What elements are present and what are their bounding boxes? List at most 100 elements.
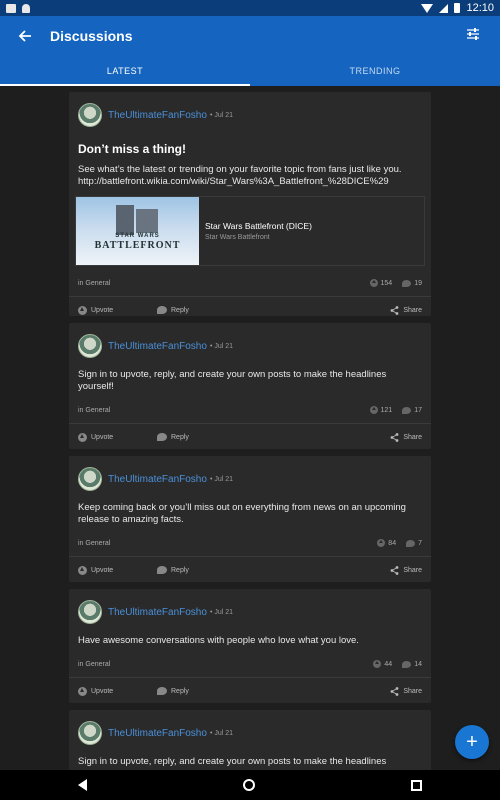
nav-back-icon[interactable] xyxy=(78,779,87,791)
share-button[interactable]: Share xyxy=(390,565,422,575)
share-label: Share xyxy=(403,306,422,314)
at-at-walker-image xyxy=(116,205,134,235)
share-button[interactable]: Share xyxy=(390,686,422,696)
post-card[interactable]: TheUltimateFanFosho • Jul 21 Keep coming… xyxy=(69,456,431,582)
post-body[interactable]: Sign in to upvote, reply, and create you… xyxy=(69,746,431,768)
avatar[interactable] xyxy=(78,721,102,745)
upvote-count-icon xyxy=(369,279,378,287)
post-date: • Jul 21 xyxy=(209,475,234,483)
image-caption: BATTLEFRONT xyxy=(94,240,181,251)
share-icon xyxy=(390,686,399,696)
reply-count: 17 xyxy=(414,406,422,414)
share-button[interactable]: Share xyxy=(390,432,422,442)
reply-icon xyxy=(157,687,167,695)
link-preview-image: STAR WARS BATTLEFRONT xyxy=(76,197,199,265)
tab-trending[interactable]: TRENDING xyxy=(250,56,500,86)
plus-icon[interactable]: + xyxy=(455,725,489,759)
upvote-count-icon xyxy=(377,539,386,547)
reply-count-icon xyxy=(402,406,412,414)
author-name[interactable]: TheUltimateFanFosho xyxy=(108,110,207,121)
post-category[interactable]: in General xyxy=(78,280,110,287)
post-card[interactable]: TheUltimateFanFosho • Jul 21 Sign in to … xyxy=(69,323,431,449)
post-category[interactable]: in General xyxy=(78,540,110,547)
battery-icon xyxy=(454,3,461,13)
signal-icon xyxy=(439,3,449,13)
upvote-icon xyxy=(78,686,87,696)
arrow-left-icon[interactable] xyxy=(16,27,34,45)
avatar[interactable] xyxy=(78,467,102,491)
post-body[interactable]: See what’s the latest or trending on you… xyxy=(69,156,431,188)
share-label: Share xyxy=(403,566,422,574)
nav-home-icon[interactable] xyxy=(243,779,255,791)
discussion-feed[interactable]: TheUltimateFanFosho • Jul 21 Don’t miss … xyxy=(0,86,500,770)
avatar[interactable] xyxy=(78,600,102,624)
post-body[interactable]: Sign in to upvote, reply, and create you… xyxy=(69,359,431,393)
upvote-count: 121 xyxy=(380,406,393,414)
upvote-button[interactable]: Upvote xyxy=(78,686,114,696)
post-title[interactable]: Don’t miss a thing! xyxy=(69,128,431,156)
post-category[interactable]: in General xyxy=(78,661,110,668)
reply-count-icon xyxy=(402,660,412,668)
post-card[interactable]: TheUltimateFanFosho • Jul 21 Don’t miss … xyxy=(69,92,431,316)
reply-count: 14 xyxy=(414,660,422,668)
clock: 12:10 xyxy=(466,2,494,14)
android-notification-icon xyxy=(22,3,30,13)
upvote-label: Upvote xyxy=(91,566,114,574)
upvote-button[interactable]: Upvote xyxy=(78,432,114,442)
gallery-notification-icon xyxy=(6,3,16,13)
upvote-count: 154 xyxy=(380,279,393,287)
reply-count-icon xyxy=(402,279,412,287)
upvote-count: 44 xyxy=(384,660,393,668)
upvote-button[interactable]: Upvote xyxy=(78,565,114,575)
post-card[interactable]: TheUltimateFanFosho • Jul 21 Sign in to … xyxy=(69,710,431,770)
link-preview-title: Star Wars Battlefront (DICE) xyxy=(205,221,312,231)
author-name[interactable]: TheUltimateFanFosho xyxy=(108,474,207,485)
post-date: • Jul 21 xyxy=(209,608,234,616)
reply-label: Reply xyxy=(171,566,189,574)
upvote-icon xyxy=(78,305,87,315)
share-icon xyxy=(390,305,399,315)
author-name[interactable]: TheUltimateFanFosho xyxy=(108,341,207,352)
reply-button[interactable]: Reply xyxy=(157,687,189,695)
share-icon xyxy=(390,565,399,575)
reply-label: Reply xyxy=(171,306,189,314)
system-nav-bar xyxy=(0,770,500,800)
link-preview[interactable]: STAR WARS BATTLEFRONT Star Wars Battlefr… xyxy=(75,196,425,266)
avatar[interactable] xyxy=(78,103,102,127)
upvote-count: 84 xyxy=(388,539,397,547)
reply-button[interactable]: Reply xyxy=(157,566,189,574)
reply-label: Reply xyxy=(171,687,189,695)
post-category[interactable]: in General xyxy=(78,407,110,414)
upvote-count-icon xyxy=(373,660,382,668)
reply-count-icon xyxy=(406,539,416,547)
upvote-label: Upvote xyxy=(91,433,114,441)
nav-recents-icon[interactable] xyxy=(411,779,422,791)
share-label: Share xyxy=(403,433,422,441)
reply-icon xyxy=(157,433,167,441)
avatar[interactable] xyxy=(78,334,102,358)
upvote-button[interactable]: Upvote xyxy=(78,305,113,315)
reply-button[interactable]: Reply xyxy=(157,306,189,314)
sliders-icon[interactable] xyxy=(466,27,484,45)
post-date: • Jul 21 xyxy=(209,111,234,119)
upvote-count-icon xyxy=(369,406,378,414)
status-bar: 12:10 xyxy=(0,0,500,16)
post-body[interactable]: Have awesome conversations with people w… xyxy=(69,625,431,647)
share-label: Share xyxy=(403,687,422,695)
post-body[interactable]: Keep coming back or you’ll miss out on e… xyxy=(69,492,431,526)
tab-bar: LATEST TRENDING xyxy=(0,56,500,86)
reply-icon xyxy=(157,306,167,314)
page-title: Discussions xyxy=(50,28,133,44)
tab-latest[interactable]: LATEST xyxy=(0,56,250,86)
at-at-walker-image xyxy=(136,209,158,233)
author-name[interactable]: TheUltimateFanFosho xyxy=(108,607,207,618)
upvote-label: Upvote xyxy=(91,687,114,695)
post-date: • Jul 21 xyxy=(209,342,234,350)
reply-count: 19 xyxy=(414,279,422,287)
post-card[interactable]: TheUltimateFanFosho • Jul 21 Have awesom… xyxy=(69,589,431,703)
author-name[interactable]: TheUltimateFanFosho xyxy=(108,728,207,739)
share-icon xyxy=(390,432,399,442)
reply-button[interactable]: Reply xyxy=(157,433,189,441)
share-button[interactable]: Share xyxy=(390,305,422,315)
post-date: • Jul 21 xyxy=(209,729,234,737)
